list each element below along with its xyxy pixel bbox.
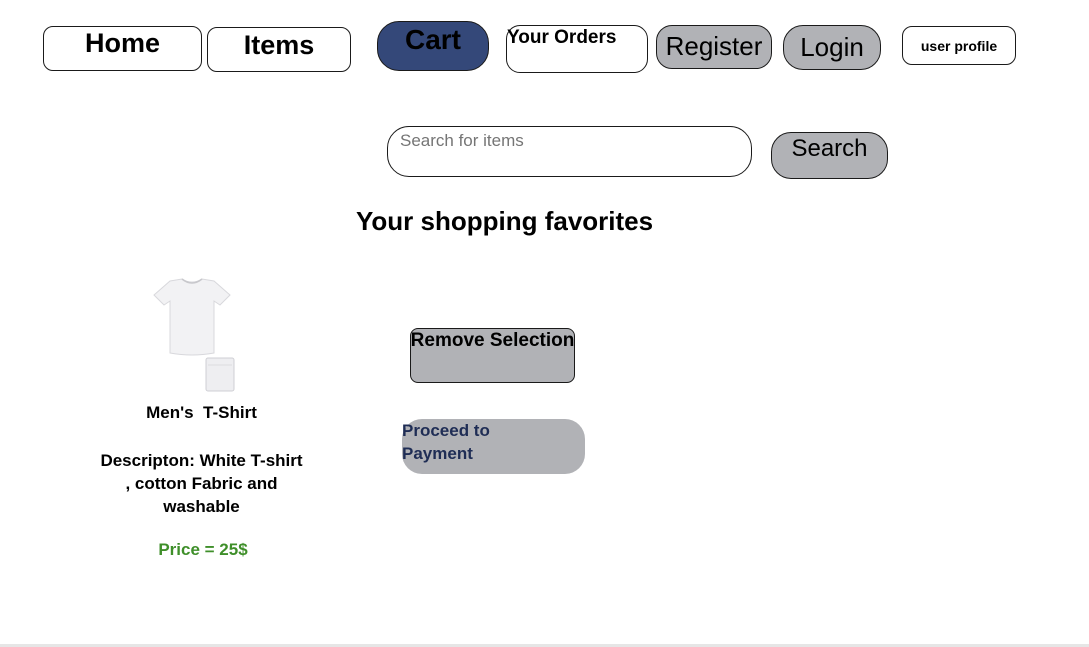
remove-selection-label: Remove Selection xyxy=(410,330,575,351)
search-input[interactable] xyxy=(387,126,752,177)
product-description: Descripton: White T-shirt , cotton Fabri… xyxy=(100,451,303,516)
search-button-label: Search xyxy=(791,135,868,162)
favorites-heading: Your shopping favorites xyxy=(356,206,654,236)
nav-items-label: Items xyxy=(243,30,315,60)
tshirt-image xyxy=(150,277,235,393)
nav-cart-button[interactable]: Cart xyxy=(377,21,489,71)
nav-orders-button[interactable]: Your Orders xyxy=(506,25,648,73)
nav-register-label: Register xyxy=(665,31,763,61)
product-price: Price = 25$ xyxy=(158,540,248,559)
nav-user-profile-button[interactable]: user profile xyxy=(902,26,1016,65)
proceed-to-payment-label: Proceed to Payment xyxy=(402,421,490,463)
proceed-to-payment-button[interactable]: Proceed to Payment xyxy=(402,419,585,474)
nav-home-label: Home xyxy=(84,28,160,58)
nav-register-button[interactable]: Register xyxy=(656,25,772,69)
remove-selection-button[interactable]: Remove Selection xyxy=(410,328,575,383)
nav-orders-label: Your Orders xyxy=(507,27,617,48)
product-name: Men's T-Shirt xyxy=(146,403,257,422)
nav-login-label: Login xyxy=(800,32,864,62)
nav-login-button[interactable]: Login xyxy=(783,25,881,70)
nav-cart-label: Cart xyxy=(404,24,461,55)
nav-home-button[interactable]: Home xyxy=(43,26,202,71)
nav-items-button[interactable]: Items xyxy=(207,27,351,72)
nav-user-profile-label: user profile xyxy=(920,38,998,54)
search-button[interactable]: Search xyxy=(771,132,888,179)
